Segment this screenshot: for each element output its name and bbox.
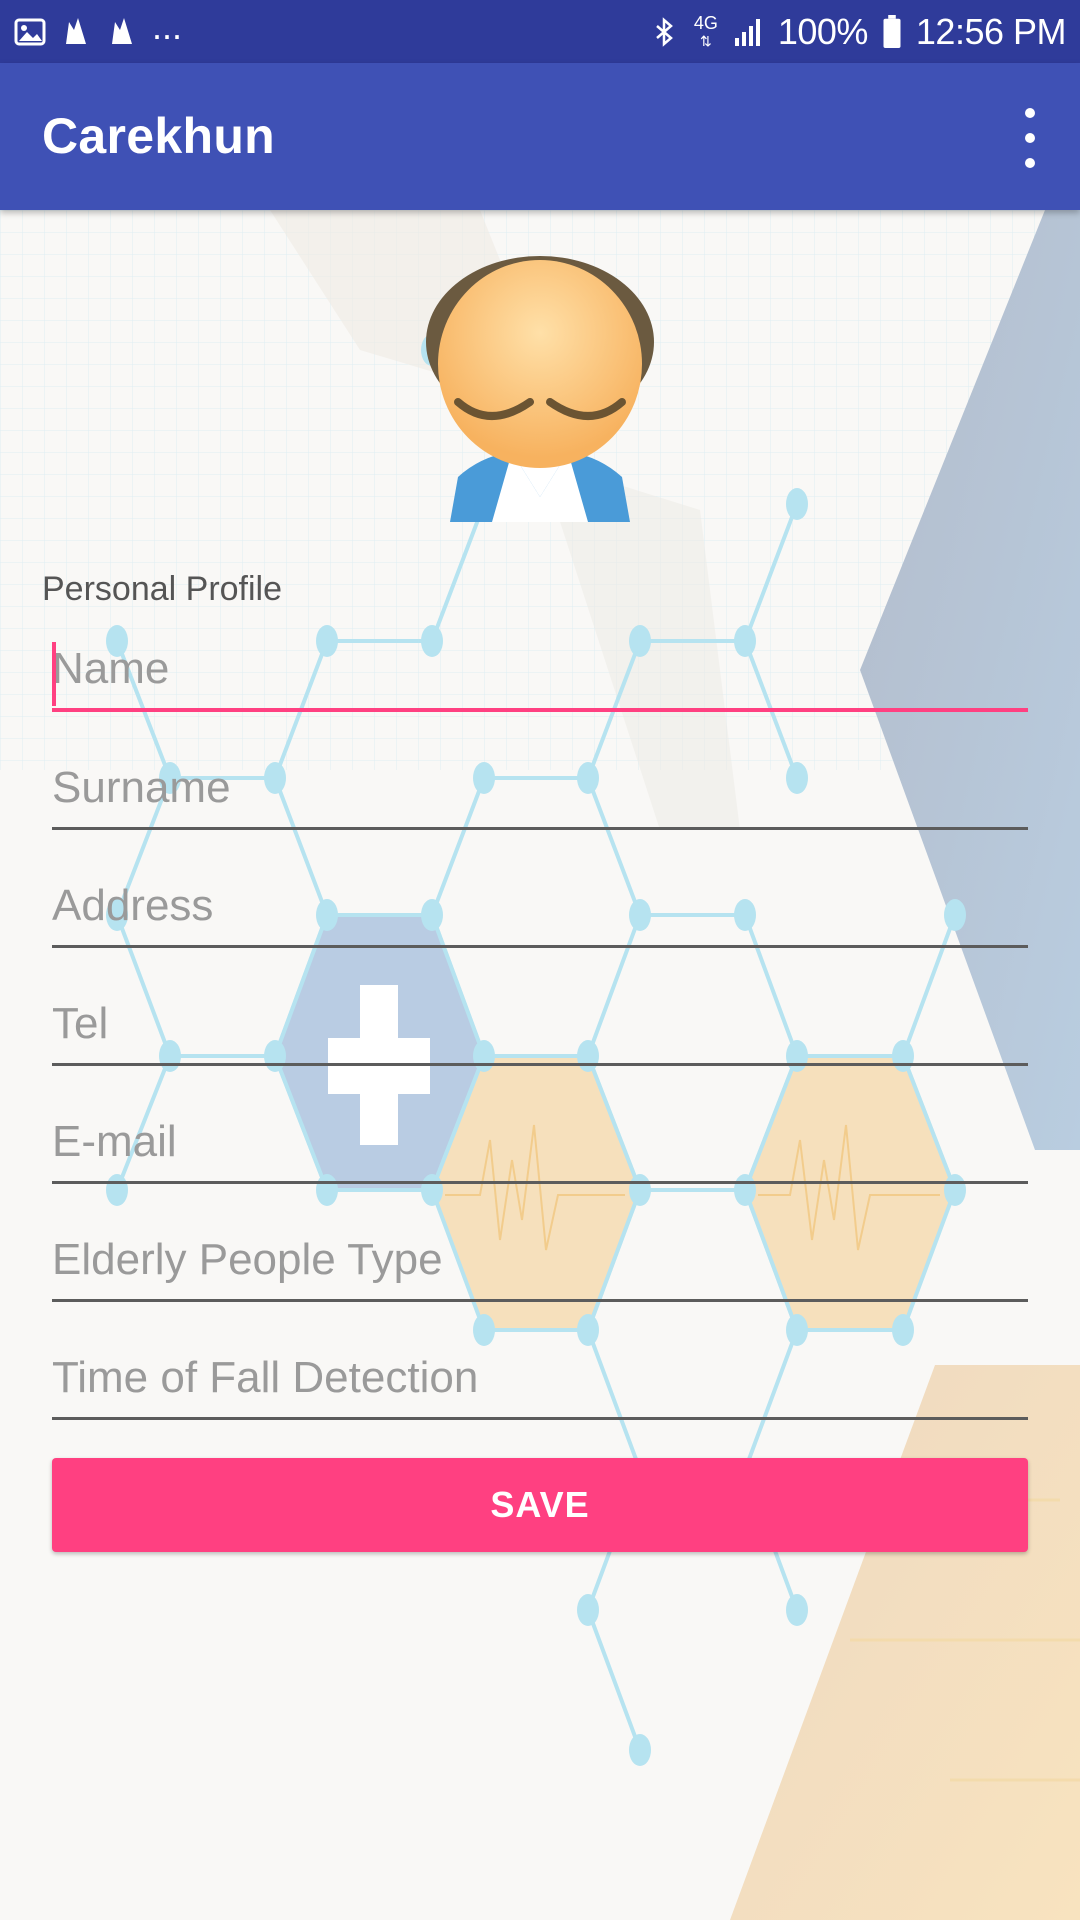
text-cursor [52, 642, 56, 706]
app-title: Carekhun [42, 108, 276, 164]
clock: 12:56 PM [915, 10, 1067, 52]
elderly-type-field[interactable] [52, 1228, 1028, 1302]
elderly-avatar-icon [426, 256, 654, 522]
save-button[interactable]: SAVE [52, 1458, 1028, 1552]
image-icon [14, 18, 46, 45]
signal-icon [734, 18, 760, 46]
tel-field[interactable] [52, 992, 1028, 1066]
status-bar: ... 4G ⇅ 100% 12:56 PM [0, 0, 1080, 63]
profile-form: Personal Profile SAVE [0, 210, 1080, 1920]
flame-icon [66, 17, 86, 44]
battery-percent: 100% [777, 10, 869, 52]
bluetooth-icon [655, 16, 673, 47]
battery-icon [883, 14, 901, 48]
surname-field[interactable] [52, 756, 1028, 830]
notification-icons: ... [14, 8, 182, 48]
flame-icon [112, 17, 132, 44]
email-field[interactable] [52, 1110, 1028, 1184]
overflow-menu-button[interactable] [1010, 108, 1050, 168]
more-notifications-indicator: ... [152, 5, 183, 47]
name-field[interactable] [52, 638, 1028, 712]
app-bar: Carekhun [0, 63, 1080, 210]
more-vert-icon [1025, 108, 1035, 118]
section-label: Personal Profile [42, 570, 283, 608]
address-field[interactable] [52, 874, 1028, 948]
system-icons: 4G ⇅ 100% 12:56 PM [648, 10, 1067, 53]
network-4g-icon: 4G ⇅ [693, 12, 718, 49]
fall-detection-time-field[interactable] [52, 1346, 1028, 1420]
